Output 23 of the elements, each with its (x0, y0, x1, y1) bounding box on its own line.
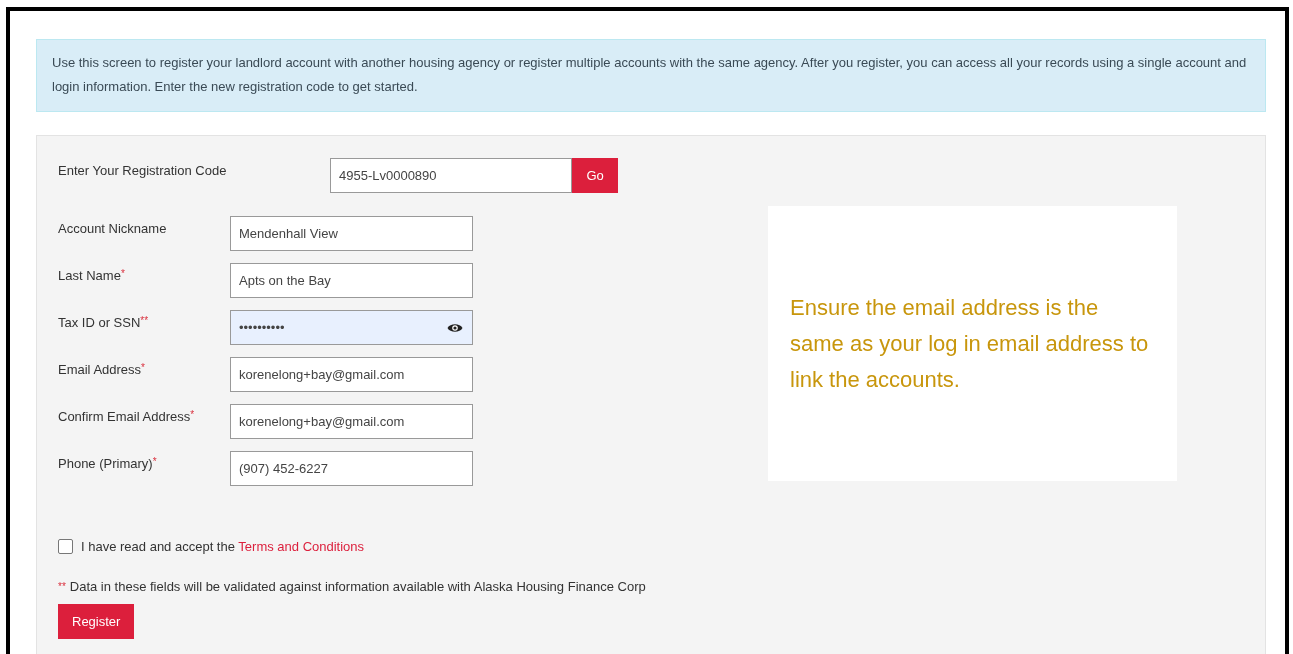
field-label: Tax ID or SSN** (58, 314, 150, 330)
eye-icon[interactable] (447, 322, 463, 334)
field-label: Confirm Email Address* (58, 408, 196, 424)
input-field[interactable]: •••••••••• (230, 310, 473, 345)
input-field[interactable]: korenelong+bay@gmail.com (230, 357, 473, 392)
field-label: Last Name* (58, 267, 126, 283)
input-field[interactable]: (907) 452-6227 (230, 451, 473, 486)
registration-code-field[interactable]: 4955-Lv0000890 (329, 158, 573, 193)
register-button[interactable]: Register (58, 604, 135, 639)
field-label: Account Nickname (58, 220, 168, 236)
terms-link[interactable]: Terms and Conditions (238, 539, 365, 554)
field-label: Phone (Primary)* (58, 455, 158, 471)
field-label: Enter Your Registration Code (58, 162, 228, 178)
validation-note: ** Data in these fields will be validated against information available with Alaska Housing Finance Corp (58, 578, 646, 596)
input-field[interactable]: Mendenhall View (230, 216, 473, 251)
info-message: Use this screen to register your landlord account with another housing agency or register multiple accounts with the same agency. After you register, you can access all your records using a single account and login information. Enter the new registration code to get started. (36, 39, 1266, 112)
input-field[interactable]: Apts on the Bay (230, 263, 473, 298)
field-label: Email Address* (58, 361, 146, 377)
checkbox[interactable] (58, 539, 73, 554)
go-button[interactable]: Go (572, 158, 618, 193)
note-text: Ensure the email address is the same as your log in email address to link the accounts. (790, 293, 1150, 394)
terms-text: I have read and accept the Terms and Conditions (81, 539, 365, 554)
input-field[interactable]: korenelong+bay@gmail.com (230, 404, 473, 439)
